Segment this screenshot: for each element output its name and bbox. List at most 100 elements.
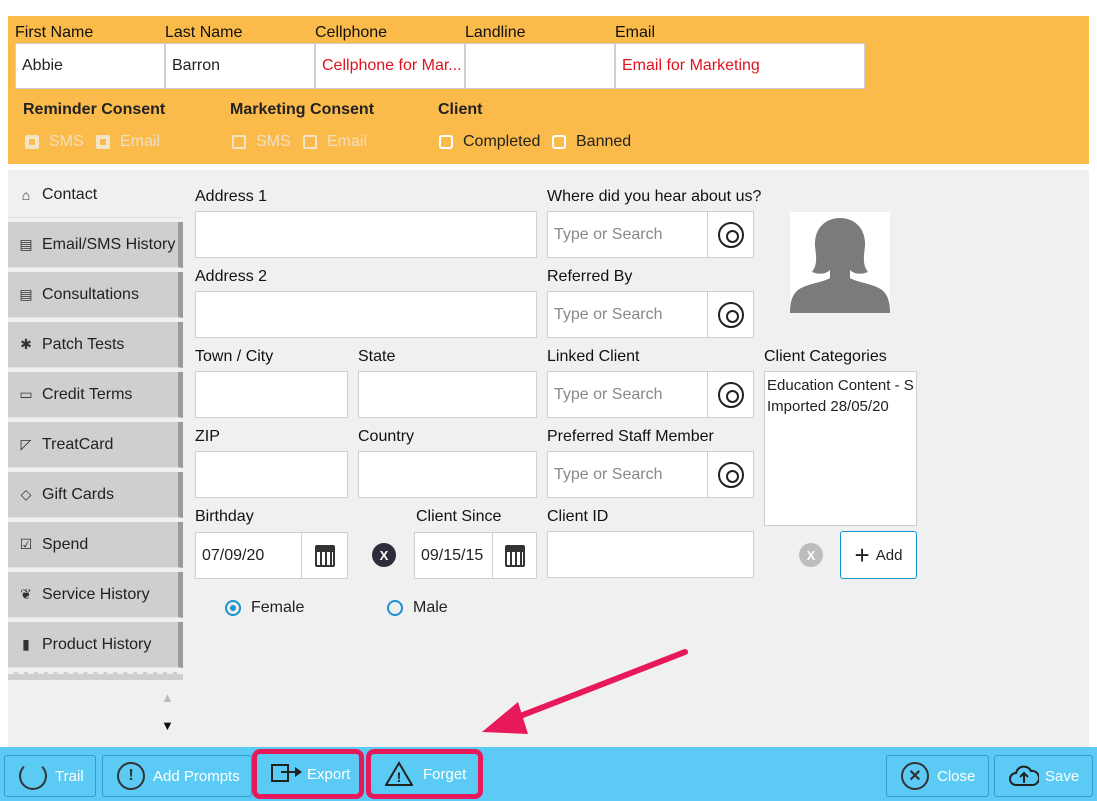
checkbox-icon (303, 135, 317, 149)
linked-client-label: Linked Client (547, 348, 640, 365)
banned-checkbox[interactable]: Banned (552, 133, 631, 151)
client-id-field[interactable] (547, 531, 754, 578)
calendar-icon[interactable] (301, 533, 347, 578)
list-item[interactable]: Imported 28/05/20 (767, 396, 914, 417)
checkbox-icon (232, 135, 246, 149)
completed-label: Completed (463, 133, 541, 150)
close-icon: ✕ (901, 762, 929, 790)
svg-text:!: ! (397, 769, 402, 785)
reminder-sms-checkbox[interactable]: SMS (25, 133, 84, 151)
female-label: Female (251, 599, 305, 616)
save-button[interactable]: Save (994, 755, 1093, 797)
history-icon (19, 762, 47, 790)
sidebar-item-gift-cards[interactable]: ◇ Gift Cards (8, 472, 183, 518)
plus-icon: + (854, 540, 870, 570)
female-radio[interactable]: Female (225, 599, 304, 617)
sidebar-item-label: Credit Terms (42, 385, 133, 403)
sidebar-item-email-sms-history[interactable]: ▤ Email/SMS History (8, 222, 183, 268)
cloud-upload-icon (1009, 765, 1041, 787)
birthday-field[interactable]: 07/09/20 (195, 532, 348, 579)
scroll-down-icon[interactable]: ▼ (161, 718, 174, 733)
town-field[interactable] (195, 371, 348, 418)
email-label: Email (615, 24, 656, 41)
trail-label: Trail (55, 767, 84, 785)
client-since-value: 09/15/15 (421, 546, 484, 564)
client-since-field[interactable]: 09/15/15 (414, 532, 537, 579)
sidebar-item-contact[interactable]: ⌂ Contact (8, 172, 183, 218)
address1-field[interactable] (195, 211, 537, 258)
forget-label: Forget (423, 765, 467, 783)
reminder-sms-label: SMS (49, 133, 84, 150)
radio-icon (387, 600, 403, 616)
checkbox-icon (439, 135, 453, 149)
add-category-button[interactable]: + Add (840, 531, 917, 579)
export-label: Export (307, 765, 351, 783)
checkbox-icon (25, 135, 39, 149)
last-name-field[interactable]: Barron (165, 43, 315, 89)
treatcard-icon: ◸ (20, 436, 32, 452)
marketing-email-label: Email (327, 133, 368, 150)
search-icon[interactable] (707, 212, 753, 257)
hear-about-search[interactable]: Type or Search (547, 211, 754, 258)
search-placeholder: Type or Search (554, 465, 663, 483)
clear-birthday-icon[interactable]: X (372, 543, 396, 567)
search-icon[interactable] (707, 292, 753, 337)
calendar-icon[interactable] (492, 533, 536, 578)
sidebar-item-product-history[interactable]: ▮ Product History (8, 622, 183, 668)
list-item[interactable]: Education Content - S (767, 375, 914, 396)
trail-button[interactable]: Trail (4, 755, 96, 797)
sidebar-item-consultations[interactable]: ▤ Consultations (8, 272, 183, 318)
client-categories-list[interactable]: Education Content - S Imported 28/05/20 (764, 371, 917, 526)
sidebar-item-label: Product History (42, 635, 152, 653)
landline-label: Landline (465, 24, 526, 41)
birthday-label: Birthday (195, 508, 254, 525)
sidebar-more-indicator (8, 672, 183, 680)
country-field[interactable] (358, 451, 537, 498)
state-field[interactable] (358, 371, 537, 418)
sidebar-item-spend[interactable]: ☑ Spend (8, 522, 183, 568)
address2-field[interactable] (195, 291, 537, 338)
close-button[interactable]: ✕ Close (886, 755, 989, 797)
preferred-staff-label: Preferred Staff Member (547, 428, 714, 445)
export-button[interactable]: Export (252, 749, 364, 799)
client-id-label: Client ID (547, 508, 609, 525)
referred-by-search[interactable]: Type or Search (547, 291, 754, 338)
sidebar-item-label: Contact (42, 185, 98, 203)
marketing-sms-checkbox[interactable]: SMS (232, 133, 291, 151)
add-prompts-button[interactable]: ! Add Prompts (102, 755, 252, 797)
landline-field[interactable] (465, 43, 615, 89)
sidebar-item-treatcard[interactable]: ◸ TreatCard (8, 422, 183, 468)
cellphone-field[interactable]: Cellphone for Mar... (315, 43, 465, 89)
town-label: Town / City (195, 348, 274, 365)
sidebar-item-patch-tests[interactable]: ✱ Patch Tests (8, 322, 183, 368)
preferred-staff-search[interactable]: Type or Search (547, 451, 754, 498)
avatar[interactable] (790, 212, 890, 313)
sidebar-item-label: Service History (42, 585, 150, 603)
remove-category-icon[interactable]: X (799, 543, 823, 567)
sidebar-item-label: Patch Tests (42, 335, 125, 353)
export-icon (271, 762, 302, 786)
completed-checkbox[interactable]: Completed (439, 133, 540, 151)
country-label: Country (358, 428, 415, 445)
first-name-field[interactable]: Abbie (15, 43, 165, 89)
email-field[interactable]: Email for Marketing (615, 43, 865, 89)
chart-icon: ☑ (19, 536, 33, 552)
marketing-email-checkbox[interactable]: Email (303, 133, 367, 151)
sidebar-item-label: Gift Cards (42, 485, 115, 503)
search-icon[interactable] (707, 452, 753, 497)
forget-button[interactable]: ! Forget (366, 749, 483, 799)
close-label: Close (937, 767, 976, 785)
zip-field[interactable] (195, 451, 348, 498)
sidebar-item-credit-terms[interactable]: ▭ Credit Terms (8, 372, 183, 418)
annotation-arrow-icon (482, 649, 688, 734)
scroll-up-icon[interactable]: ▲ (161, 690, 174, 705)
male-radio[interactable]: Male (387, 599, 448, 617)
add-label: Add (875, 546, 903, 564)
state-label: State (358, 348, 396, 365)
sidebar-item-service-history[interactable]: ❦ Service History (8, 572, 183, 618)
search-icon[interactable] (707, 372, 753, 417)
linked-client-search[interactable]: Type or Search (547, 371, 754, 418)
sidebar-item-label: Email/SMS History (42, 235, 176, 253)
alert-icon: ! (117, 762, 145, 790)
reminder-email-checkbox[interactable]: Email (96, 133, 160, 151)
